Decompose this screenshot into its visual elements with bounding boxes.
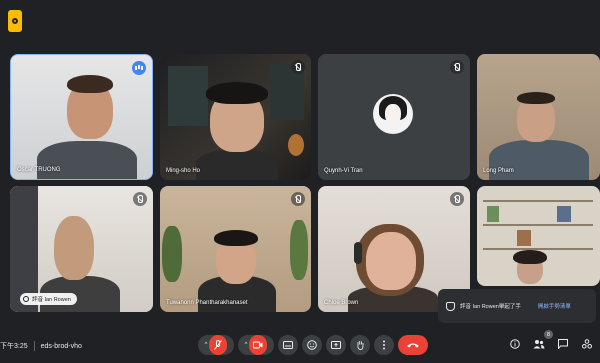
hand-raise-notification: 評音 Ian Rowen舉起了手 開啟手勢清單 (438, 289, 596, 323)
participant-tile-4[interactable]: Long Pham (477, 54, 600, 180)
notification-message: 評音 Ian Rowen舉起了手 (460, 304, 521, 310)
raise-hand-button[interactable] (350, 335, 370, 355)
video-feed (160, 54, 311, 180)
leave-call-button[interactable] (398, 335, 428, 355)
mic-off-icon (209, 335, 228, 355)
raise-hand-icon (356, 341, 363, 350)
captions-icon (283, 341, 293, 349)
chevron-up-icon: ^ (244, 342, 248, 348)
emoji-icon (307, 340, 317, 350)
present-icon (331, 341, 341, 349)
mic-icon (23, 296, 29, 302)
chevron-up-icon: ^ (204, 342, 208, 348)
captions-button[interactable] (278, 335, 298, 355)
hangup-icon (407, 343, 419, 348)
participant-count-badge: 8 (544, 330, 553, 339)
people-button[interactable] (532, 337, 546, 351)
participant-tile-6[interactable]: Tuwanonn Phantharakhanaset (160, 186, 311, 312)
mic-off-icon (291, 60, 305, 74)
participant-name: Tuwanonn Phantharakhanaset (166, 300, 248, 306)
caption-chip: 評音 Ian Rowen (20, 293, 77, 305)
caption-chip-label: 評音 Ian Rowen (32, 297, 71, 303)
activities-icon (582, 339, 592, 349)
video-feed (477, 186, 600, 286)
camera-icon (249, 335, 268, 355)
mic-off-icon (450, 192, 464, 206)
info-button[interactable] (508, 337, 522, 351)
participant-tile-2[interactable]: Ming-sho Ho (160, 54, 311, 180)
divider (33, 341, 35, 351)
participant-name: Quynh-Vi Tran (324, 168, 363, 174)
raise-hand-icon (446, 301, 455, 311)
call-controls: ^ ^ (198, 335, 428, 355)
meeting-time: 下午3:25 (0, 343, 28, 350)
avatar (373, 94, 413, 134)
meet-app-icon (8, 10, 22, 32)
emoji-button[interactable] (302, 335, 322, 355)
participant-tile-1[interactable]: Oscar TRUONG (10, 54, 153, 180)
participant-name: Long Pham (483, 168, 514, 174)
meeting-code: eds-brod-vho (40, 342, 82, 350)
participant-tile-3[interactable]: Quynh-Vi Tran (318, 54, 470, 180)
info-icon (510, 339, 520, 349)
activities-button[interactable] (580, 337, 594, 351)
chat-icon (558, 339, 568, 349)
participant-tile-8[interactable] (477, 186, 600, 286)
more-vert-icon (383, 340, 385, 350)
video-feed (11, 55, 152, 179)
bottom-control-bar: 下午3:25 eds-brod-vho ^ ^ (0, 329, 600, 363)
participant-tile-5[interactable]: 評音 Ian Rowen (10, 186, 153, 312)
meeting-info: 下午3:25 eds-brod-vho (0, 329, 82, 363)
mic-toggle-button[interactable]: ^ (198, 335, 234, 355)
chat-button[interactable] (556, 337, 570, 351)
participant-name: Chloe Brown (324, 300, 359, 306)
mic-off-icon (450, 60, 464, 74)
participant-name: Ming-sho Ho (166, 168, 201, 174)
people-icon (533, 340, 545, 349)
participant-name: Oscar TRUONG (17, 167, 61, 173)
more-options-button[interactable] (374, 335, 394, 355)
video-feed (477, 54, 600, 180)
side-panel-controls (508, 337, 594, 351)
mic-off-icon (133, 192, 147, 206)
video-feed (160, 186, 311, 312)
present-button[interactable] (326, 335, 346, 355)
camera-toggle-button[interactable]: ^ (238, 335, 274, 355)
open-hand-queue-link[interactable]: 開啟手勢清單 (538, 302, 571, 310)
mic-off-icon (291, 192, 305, 206)
speaking-indicator-icon (132, 61, 146, 75)
